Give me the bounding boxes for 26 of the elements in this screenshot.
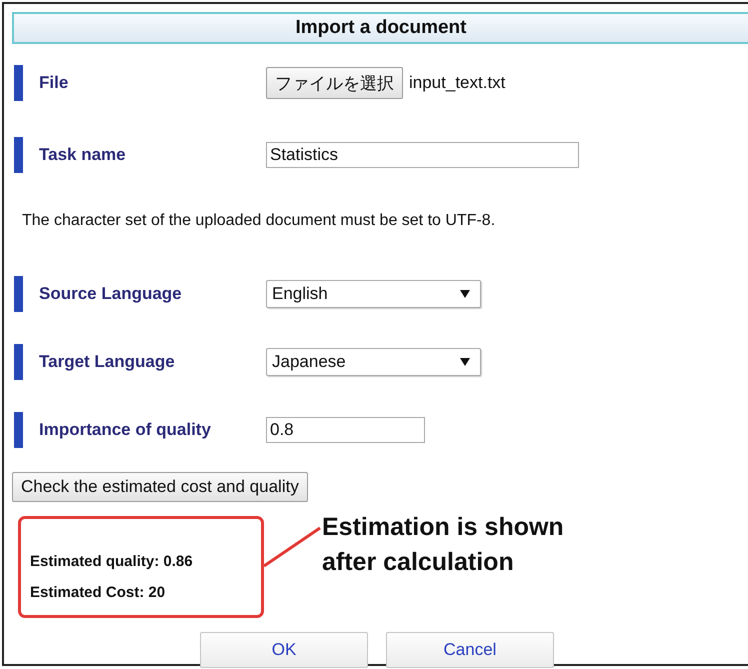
ok-button[interactable]: OK [200, 632, 368, 668]
text-field[interactable]: 0.8 [266, 417, 425, 443]
dropdown-caret-icon [460, 358, 470, 366]
annotation-text: Estimation is shown after calculation [322, 512, 565, 578]
field-label: Target Language [39, 352, 176, 372]
dialog-title: Import a document [12, 12, 748, 44]
estimate-text: Estimated Cost: 20 [30, 584, 166, 601]
file-name: input_text.txt [409, 73, 506, 93]
label-marker-bar [14, 276, 23, 312]
label-marker-bar [14, 137, 23, 173]
field-label: Task name [39, 145, 127, 165]
dropdown-caret-icon [460, 290, 470, 298]
choose-file-button[interactable]: ファイルを選択 [266, 67, 403, 99]
field-label: Source Language [39, 284, 183, 304]
label-marker-bar [14, 65, 23, 101]
upload-note: The character set of the uploaded document must be set to UTF-8. [22, 212, 496, 231]
language-dropdown[interactable]: Japanese [266, 348, 481, 376]
estimate-text: Estimated quality: 0.86 [30, 553, 194, 570]
language-dropdown[interactable]: English [266, 280, 481, 308]
field-label: File [39, 73, 70, 93]
label-marker-bar [14, 344, 23, 380]
cancel-button[interactable]: Cancel [386, 632, 554, 668]
text-field[interactable]: Statistics [266, 142, 579, 168]
field-label: Importance of quality [39, 420, 212, 440]
label-marker-bar [14, 412, 23, 448]
check-estimate-button[interactable]: Check the estimated cost and quality [12, 472, 308, 502]
